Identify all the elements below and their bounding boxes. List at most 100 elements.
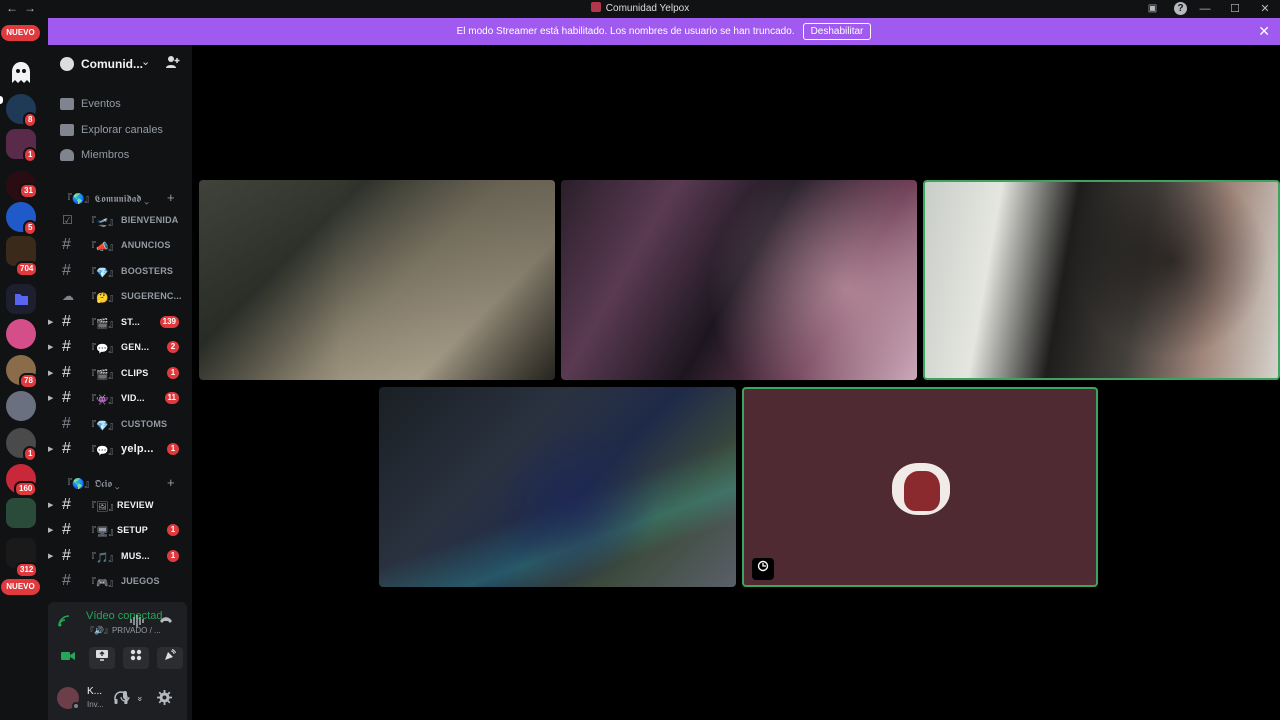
stream-status-icon[interactable] xyxy=(752,558,774,580)
disable-streamer-button[interactable]: Deshabilitar xyxy=(802,23,872,40)
channel-yelpox[interactable]: ▶ # 『💬』 yelp... 1 xyxy=(48,437,192,461)
video-tile-speaking[interactable] xyxy=(923,180,1280,380)
channel-st[interactable]: ▶ # 『🎬』 ST... 139 xyxy=(48,310,192,334)
unread-badge: 11 xyxy=(164,392,179,404)
channel-anuncios[interactable]: # 『📣』 ANUNCIOS xyxy=(48,233,192,257)
hash-icon: # xyxy=(62,521,71,538)
audio-options-chevron-icon[interactable]: ⌄ xyxy=(136,691,144,702)
add-channel-icon[interactable]: + xyxy=(167,475,175,490)
channel-general[interactable]: ▶ # 『💬』 GEN... 2 xyxy=(48,335,192,359)
channel-emoji: 『🖼』 xyxy=(86,501,119,513)
browse-channels-icon xyxy=(60,124,74,136)
audio-only-tile[interactable] xyxy=(742,387,1098,587)
maximize-button[interactable]: ☐ xyxy=(1220,0,1250,18)
channel-emoji: 『🎬』 xyxy=(86,369,119,381)
help-icon[interactable]: ? xyxy=(1174,2,1187,15)
server-header[interactable]: Comunid... ⌄ xyxy=(48,45,192,83)
hash-icon: # xyxy=(62,496,71,513)
nav-browse-label: Explorar canales xyxy=(81,124,163,136)
add-channel-icon[interactable]: + xyxy=(167,190,175,205)
server-icon[interactable] xyxy=(6,391,36,421)
minimize-button[interactable]: — xyxy=(1190,0,1220,18)
hash-icon: # xyxy=(62,338,71,355)
video-feed xyxy=(561,180,917,380)
camera-button[interactable] xyxy=(55,647,81,669)
server-folder-icon[interactable] xyxy=(6,498,36,528)
folder-icon[interactable] xyxy=(6,284,36,314)
channel-name: yelp... xyxy=(121,443,154,455)
server-icon[interactable] xyxy=(6,319,36,349)
channel-clips[interactable]: ▶ # 『🎬』 CLIPS 1 xyxy=(48,361,192,385)
video-feed xyxy=(379,387,736,587)
gear-icon[interactable] xyxy=(157,690,172,710)
hash-icon: # xyxy=(62,440,71,457)
soundboard-icon xyxy=(165,649,176,660)
video-tile[interactable] xyxy=(379,387,736,587)
hash-icon: # xyxy=(62,547,71,564)
direct-messages-button[interactable] xyxy=(6,58,36,88)
noise-suppression-icon[interactable] xyxy=(130,615,144,630)
expand-arrow-icon: ▶ xyxy=(48,527,54,534)
server-badge-icon xyxy=(60,57,74,71)
nav-members-label: Miembros xyxy=(81,149,130,161)
video-tile[interactable] xyxy=(561,180,917,380)
nav-browse-channels[interactable]: Explorar canales xyxy=(60,120,163,140)
connection-signal-icon[interactable] xyxy=(54,614,74,634)
disconnect-icon[interactable] xyxy=(159,614,173,628)
channel-name: JUEGOS xyxy=(121,576,160,586)
category-ocio[interactable]: 『🌎』𝕺𝖈𝖎𝖔 ⌄ + xyxy=(62,474,175,490)
expand-arrow-icon: ▶ xyxy=(48,319,54,326)
server-small-icon xyxy=(590,2,601,12)
activities-icon xyxy=(130,649,142,661)
mention-badge: 1 xyxy=(23,446,38,462)
screen-share-icon xyxy=(96,650,108,661)
unread-badge: 2 xyxy=(167,341,179,353)
channel-videos[interactable]: ▶ # 『👾』 VID... 11 xyxy=(48,386,192,410)
ghost-logo-icon xyxy=(12,62,30,83)
folder-glyph-icon xyxy=(15,294,28,305)
headset-icon[interactable] xyxy=(114,691,128,709)
video-tile[interactable] xyxy=(199,180,555,380)
soundboard-button[interactable] xyxy=(157,647,183,669)
banner-text: El modo Streamer está habilitado. Los no… xyxy=(456,26,795,37)
channel-musica[interactable]: ▶ # 『🎵』 MUS... 1 xyxy=(48,544,192,568)
category-label: 『🌎』𝕮𝖔𝖒𝖚𝖓𝖎𝖉𝖆𝖉 ⌄ xyxy=(62,193,149,205)
window-title: Comunidad Yelpox xyxy=(0,2,1280,14)
new-badge: NUEVO xyxy=(1,25,40,41)
activities-button[interactable] xyxy=(123,647,149,669)
nav-events[interactable]: Eventos xyxy=(60,94,121,114)
channel-emoji: 『💬』 xyxy=(86,445,119,457)
close-window-button[interactable]: ✕ xyxy=(1250,0,1280,18)
channel-setup[interactable]: ▶ # 『🖥』 SETUP 1 xyxy=(48,518,192,542)
add-person-glyph xyxy=(166,56,180,68)
channel-name: CLIPS xyxy=(121,368,149,378)
rules-channel-icon: ☑ xyxy=(62,213,73,227)
hash-icon: # xyxy=(62,236,71,253)
channel-boosters[interactable]: # 『💎』 BOOSTERS xyxy=(48,259,192,283)
close-icon[interactable]: ✕ xyxy=(1258,23,1270,40)
channel-emoji: 『👾』 xyxy=(86,394,119,406)
channel-sugerencias[interactable]: ☁ 『🤔』 SUGERENC... xyxy=(48,284,192,308)
channel-juegos[interactable]: # 『🎮』 JUEGOS xyxy=(48,569,192,593)
mention-badge: 160 xyxy=(14,481,38,497)
settings-glyph xyxy=(157,690,172,705)
hangup-glyph xyxy=(160,617,172,623)
nav-members[interactable]: Miembros xyxy=(60,145,129,165)
hash-icon: # xyxy=(62,262,71,279)
channel-emoji: 『💎』 xyxy=(86,267,119,279)
hash-icon: # xyxy=(62,364,71,381)
channel-bienvenida[interactable]: ☑ 『🛫』 BIENVENIDA xyxy=(48,208,192,232)
username[interactable]: K... xyxy=(87,686,102,697)
screen-share-button[interactable] xyxy=(89,647,115,669)
voice-channel-name[interactable]: 『🔊』PRIVADO / ... xyxy=(86,625,166,636)
invite-people-icon[interactable] xyxy=(166,55,180,72)
channel-review[interactable]: ▶ # 『🖼』 REVIEW xyxy=(48,493,192,517)
inbox-icon[interactable]: ▣ xyxy=(1146,2,1159,15)
mention-badge: 1 xyxy=(23,147,38,163)
chevron-down-icon[interactable]: ⌄ xyxy=(141,55,150,68)
channel-customs[interactable]: # 『💎』 CUSTOMS xyxy=(48,412,192,436)
category-label: 『🌎』𝕺𝖈𝖎𝖔 ⌄ xyxy=(62,478,120,490)
waveform-glyph xyxy=(130,615,144,627)
category-comunidad[interactable]: 『🌎』𝕮𝖔𝖒𝖚𝖓𝖎𝖉𝖆𝖉 ⌄ + xyxy=(62,189,175,205)
server-list: NUEVO 8 1 31 5 704 78 1 160 312 NUEVO xyxy=(0,18,48,720)
